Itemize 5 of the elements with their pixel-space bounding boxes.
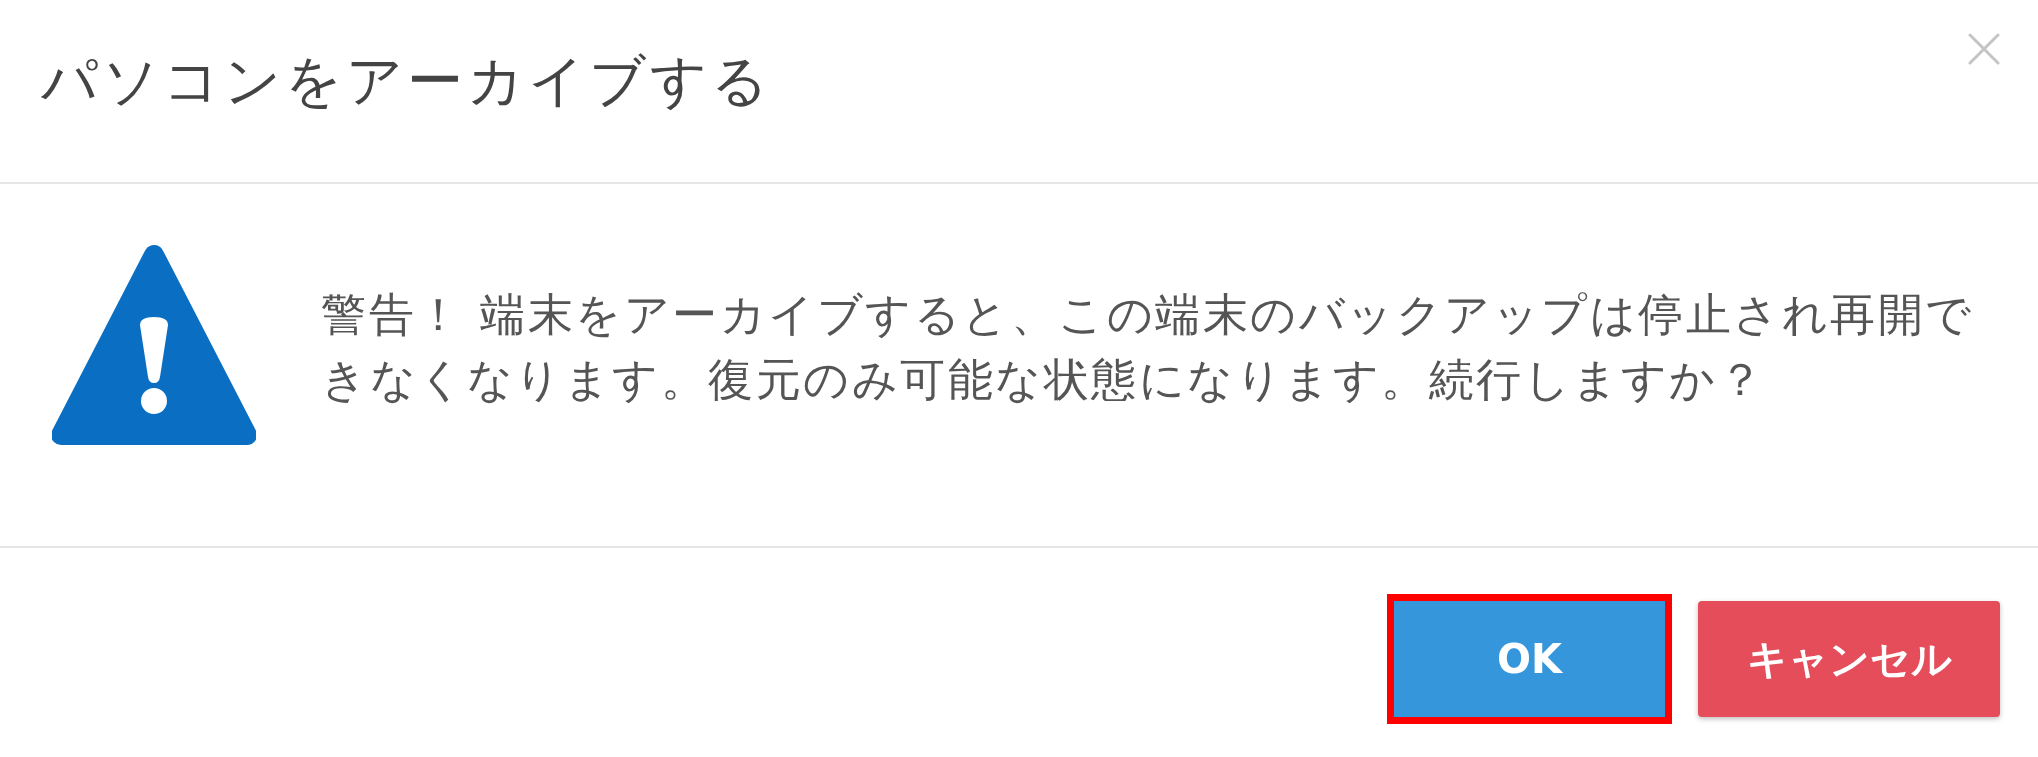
dialog-title: パソコンをアーカイブする [41,47,772,115]
warning-message: 警告！ 端末をアーカイブすると、この端末のバックアップは停止され再開できなくなります。復元のみ可能な状態になります。続行しますか？ [321,287,1975,408]
close-icon[interactable] [1968,33,2000,65]
cancel-button[interactable]: キャンセル [1698,601,2000,717]
warning-icon [52,245,256,446]
